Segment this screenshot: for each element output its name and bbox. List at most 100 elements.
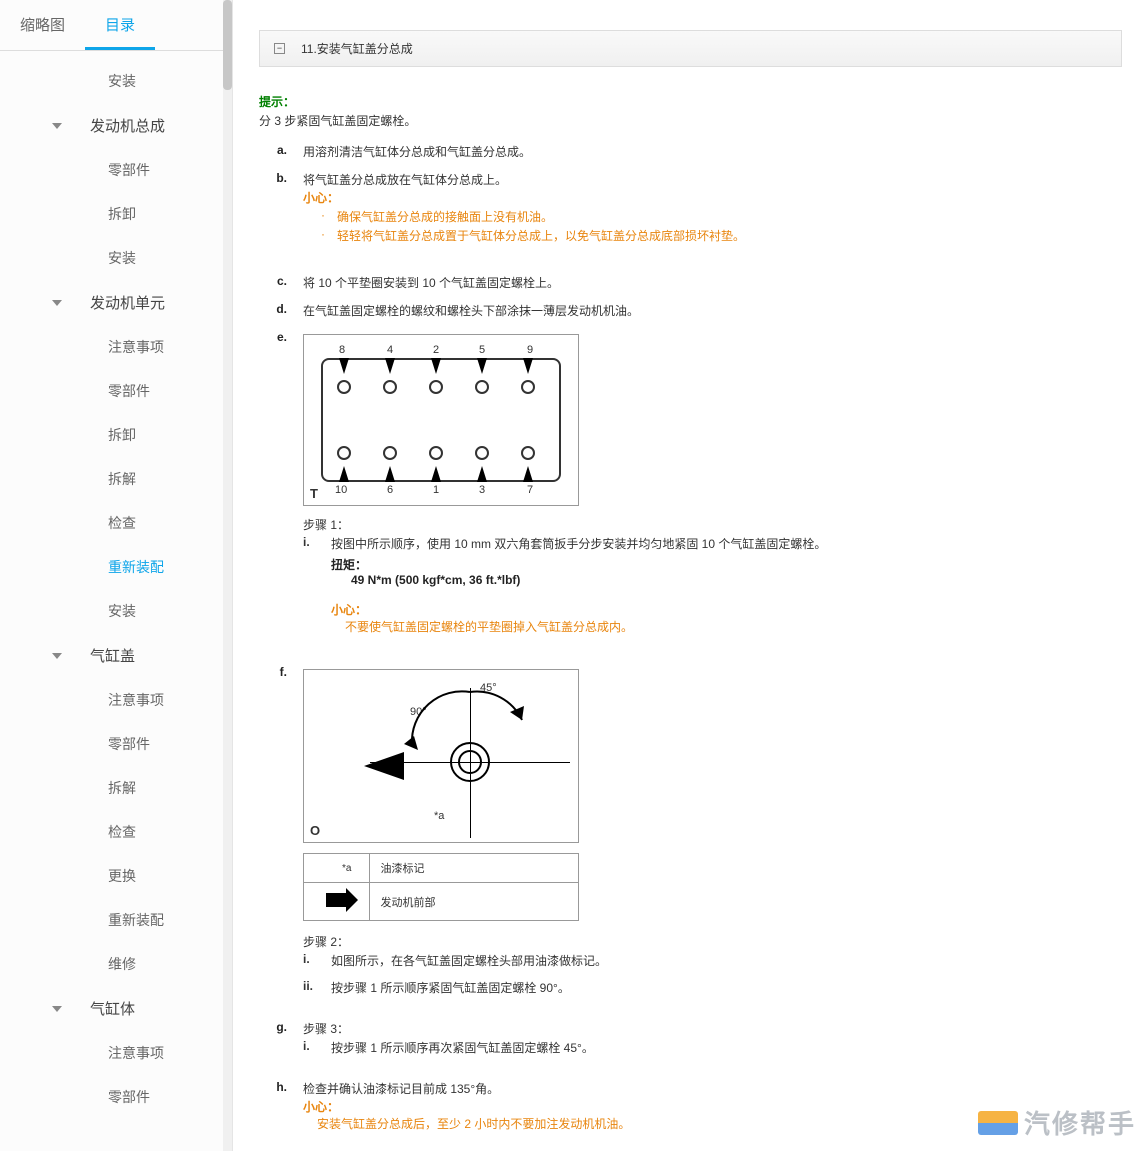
- substep-text: 按步骤 1 所示顺序紧固气缸盖固定螺栓 90°。: [331, 979, 570, 996]
- toc-item[interactable]: 检查: [0, 810, 232, 854]
- diagram-letter: O: [310, 823, 320, 838]
- bolt-num: 3: [479, 484, 485, 496]
- caret-icon: [52, 653, 62, 659]
- step-c-text: 将 10 个平垫圈安装到 10 个气缸盖固定螺栓上。: [303, 274, 1122, 292]
- caution-label: 小心：: [303, 189, 1122, 206]
- step-marker: d.: [259, 302, 303, 320]
- toc-item[interactable]: 零部件: [0, 722, 232, 766]
- watermark-text: 汽修帮手: [1024, 1104, 1136, 1141]
- scrollbar-track: [223, 0, 232, 1151]
- step-marker: f.: [259, 665, 303, 1000]
- arrow-up-icon: [477, 466, 487, 482]
- section-header[interactable]: − 11.安装气缸盖分总成: [259, 30, 1122, 67]
- bolt-hole-icon: [383, 446, 397, 460]
- substep-text: 如图所示，在各气缸盖固定螺栓头部用油漆做标记。: [331, 952, 607, 969]
- arrow-up-icon: [523, 466, 533, 482]
- bolt-hole-icon: [521, 446, 535, 460]
- substep-text: 按步骤 1 所示顺序再次紧固气缸盖固定螺栓 45°。: [331, 1039, 594, 1056]
- toc-item[interactable]: 零部件: [0, 148, 232, 192]
- arrow-down-icon: [431, 358, 441, 374]
- toc-item[interactable]: 检查: [0, 501, 232, 545]
- bolt-hole-icon: [337, 380, 351, 394]
- arrow-down-icon: [339, 358, 349, 374]
- section-title: 11.安装气缸盖分总成: [301, 40, 413, 57]
- bolt-num: 10: [335, 484, 347, 496]
- step-marker: g.: [259, 1020, 303, 1060]
- toc-item[interactable]: 注意事项: [0, 325, 232, 369]
- substep-text: 按图中所示顺序，使用 10 mm 双六角套筒扳手分步安装并均匀地紧固 10 个气…: [331, 535, 826, 552]
- caution-item: 确保气缸盖分总成的接触面上没有机油。: [303, 208, 1122, 225]
- toc-item[interactable]: 零部件: [0, 1075, 232, 1119]
- sub-marker: i.: [303, 535, 331, 552]
- bolt-hole-icon: [429, 380, 443, 394]
- torque-label: 扭矩：: [331, 556, 1122, 573]
- bolt-hole-icon: [475, 380, 489, 394]
- toc-item[interactable]: 维修: [0, 942, 232, 986]
- caution-block: 小心： 确保气缸盖分总成的接触面上没有机油。 轻轻将气缸盖分总成置于气缸体分总成…: [303, 189, 1122, 244]
- toc-item[interactable]: 注意事项: [0, 1031, 232, 1075]
- arrow-down-icon: [385, 358, 395, 374]
- tab-thumbnail[interactable]: 缩略图: [0, 0, 85, 50]
- bolt-num: 2: [433, 344, 439, 356]
- angle-diagram: 45° 90° *a O: [303, 669, 579, 843]
- toc-item[interactable]: 零部件: [0, 369, 232, 413]
- caret-icon: [52, 123, 62, 129]
- diagram-letter: T: [310, 486, 318, 501]
- sub-marker: ii.: [303, 979, 331, 996]
- bolt-hole-icon: [337, 446, 351, 460]
- step-d-text: 在气缸盖固定螺栓的螺纹和螺栓头下部涂抹一薄层发动机机油。: [303, 302, 1122, 320]
- arrow-up-icon: [385, 466, 395, 482]
- caution-item: 轻轻将气缸盖分总成置于气缸体分总成上，以免气缸盖分总成底部损坏衬垫。: [303, 227, 1122, 244]
- scrollbar-thumb[interactable]: [223, 0, 232, 90]
- bolt-num: 8: [339, 344, 345, 356]
- arrow-up-icon: [339, 466, 349, 482]
- hint-text: 分 3 步紧固气缸盖固定螺栓。: [259, 112, 1122, 129]
- step-b-text: 将气缸盖分总成放在气缸体分总成上。: [303, 171, 1122, 189]
- toc-item[interactable]: 拆解: [0, 766, 232, 810]
- toc-item-reassembly[interactable]: 重新装配: [0, 545, 232, 589]
- toc-tree: 安装 发动机总成 零部件 拆卸 安装 发动机单元 注意事项 零部件 拆卸 拆解 …: [0, 51, 232, 1139]
- toc-item[interactable]: 拆卸: [0, 413, 232, 457]
- toc-item[interactable]: 安装: [0, 589, 232, 633]
- toc-item[interactable]: 安装: [0, 59, 232, 103]
- step-marker: h.: [259, 1080, 303, 1132]
- collapse-icon[interactable]: −: [274, 43, 285, 54]
- step-a-text: 用溶剂清洁气缸体分总成和气缸盖分总成。: [303, 143, 1122, 161]
- toc-group-engine-unit[interactable]: 发动机单元: [0, 280, 232, 325]
- watermark: 汽修帮手: [978, 1104, 1136, 1141]
- toc-item[interactable]: 拆卸: [0, 192, 232, 236]
- legend-text: 油漆标记: [370, 854, 579, 883]
- bolt-sequence-diagram: 8 4 2 5 9: [303, 334, 579, 506]
- step-h-text: 检查并确认油漆标记目前成 135°角。: [303, 1080, 1122, 1098]
- watermark-icon: [978, 1111, 1018, 1135]
- sidebar-tabs: 缩略图 目录: [0, 0, 232, 51]
- arrow-down-icon: [523, 358, 533, 374]
- bolt-hole-icon: [521, 380, 535, 394]
- toc-item[interactable]: 安装: [0, 236, 232, 280]
- legend-mark: *a: [342, 863, 351, 874]
- bolt-num: 4: [387, 344, 393, 356]
- bolt-num: 6: [387, 484, 393, 496]
- toc-group-cylinder-block[interactable]: 气缸体: [0, 986, 232, 1031]
- step-marker: e.: [259, 330, 303, 635]
- tab-toc[interactable]: 目录: [85, 0, 155, 50]
- toc-item[interactable]: 注意事项: [0, 678, 232, 722]
- bolt-hole-icon: [383, 380, 397, 394]
- content-panel: − 11.安装气缸盖分总成 提示： 分 3 步紧固气缸盖固定螺栓。 a.用溶剂清…: [233, 0, 1146, 1151]
- toc-item[interactable]: 拆解: [0, 457, 232, 501]
- toc-item[interactable]: 重新装配: [0, 898, 232, 942]
- step-list: a.用溶剂清洁气缸体分总成和气缸盖分总成。 b. 将气缸盖分总成放在气缸体分总成…: [259, 143, 1122, 1132]
- caution-block: 小心： 不要使气缸盖固定螺栓的平垫圈掉入气缸盖分总成内。: [303, 601, 1122, 635]
- bolt-num: 5: [479, 344, 485, 356]
- toc-group-cylinder-head[interactable]: 气缸盖: [0, 633, 232, 678]
- caution-label: 小心：: [331, 601, 1122, 618]
- bolt-num: 7: [527, 484, 533, 496]
- bolt-hole-icon: [429, 446, 443, 460]
- sidebar: 缩略图 目录 安装 发动机总成 零部件 拆卸 安装 发动机单元 注意事项 零部件…: [0, 0, 233, 1151]
- arrow-up-icon: [431, 466, 441, 482]
- bolt-num: 9: [527, 344, 533, 356]
- caret-icon: [52, 1006, 62, 1012]
- toc-item[interactable]: 更换: [0, 854, 232, 898]
- front-arrow-icon: [326, 893, 348, 907]
- toc-group-engine-assembly[interactable]: 发动机总成: [0, 103, 232, 148]
